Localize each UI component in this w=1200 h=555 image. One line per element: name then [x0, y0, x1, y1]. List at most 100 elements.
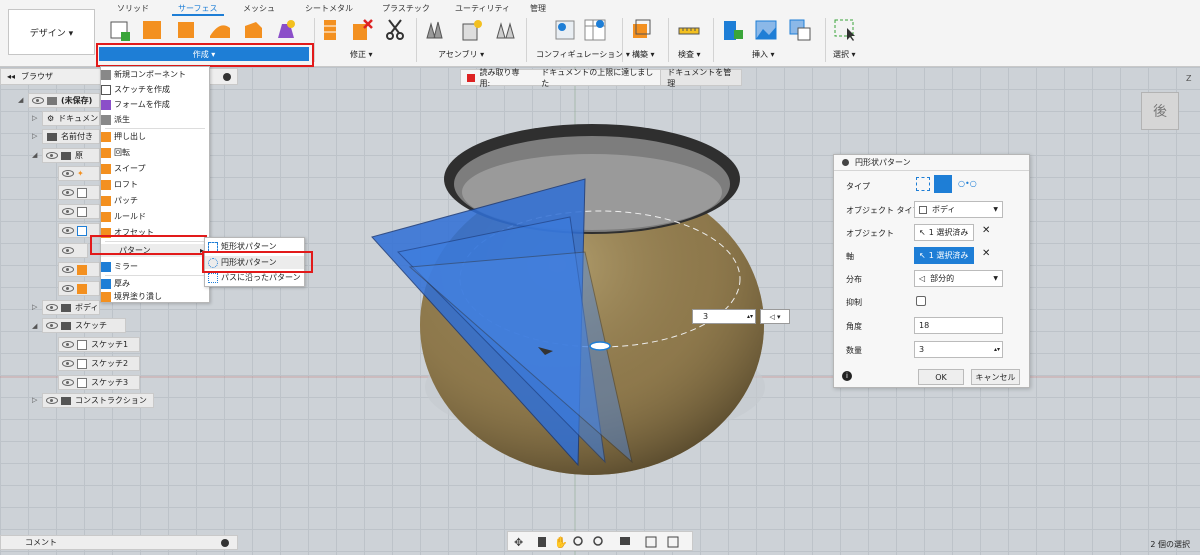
tree-row-sketch3[interactable]: スケッチ3: [58, 375, 140, 390]
visibility-icon[interactable]: [62, 341, 74, 348]
tab-sheet-metal[interactable]: シートメタル: [305, 3, 353, 14]
expand-icon[interactable]: ▷: [32, 396, 37, 404]
insert-menu[interactable]: 挿入 ▾: [752, 49, 775, 60]
quantity-input[interactable]: 3 ▴▾: [914, 341, 1003, 358]
trim-icon[interactable]: [384, 18, 408, 42]
browser-options-icon[interactable]: [223, 72, 231, 81]
tree-row-sketch2[interactable]: スケッチ2: [58, 356, 140, 371]
menu-item-create-form[interactable]: フォームを作成: [101, 98, 209, 111]
menu-item-ruled[interactable]: ルールド: [101, 210, 209, 223]
menu-item-create-sketch[interactable]: スケッチを作成: [101, 83, 209, 96]
cancel-button[interactable]: キャンセル: [971, 369, 1020, 385]
menu-item-loft[interactable]: ロフト: [101, 178, 209, 191]
menu-item-extrude[interactable]: 押し出し: [101, 130, 209, 143]
create-sketch-icon[interactable]: [108, 18, 132, 42]
menu-item-derive[interactable]: 派生: [101, 113, 209, 126]
expand-icon[interactable]: ◢: [32, 322, 37, 330]
configuration-menu[interactable]: コンフィギュレーション ▾: [536, 49, 630, 60]
clear-objects-button[interactable]: ✕: [982, 225, 990, 236]
visibility-icon[interactable]: [46, 397, 58, 404]
objects-selector[interactable]: ↖ 1 選択済み: [914, 224, 974, 241]
form-icon[interactable]: [274, 18, 298, 42]
axis-marker[interactable]: [589, 341, 611, 351]
revolve-icon[interactable]: [174, 18, 198, 42]
menu-item-new-component[interactable]: 新規コンポーネント: [101, 68, 209, 81]
visibility-icon[interactable]: [62, 360, 74, 367]
select-icon[interactable]: [833, 18, 857, 42]
tree-row-construction[interactable]: コンストラクション: [42, 393, 154, 408]
tab-mesh[interactable]: メッシュ: [243, 3, 275, 14]
tab-plastic[interactable]: プラスチック: [382, 3, 430, 14]
menu-item-patch[interactable]: パッチ: [101, 194, 209, 207]
delete-icon[interactable]: [350, 18, 374, 42]
tab-surface[interactable]: サーフェス: [172, 3, 223, 16]
expand-icon[interactable]: ▷: [32, 132, 37, 140]
tree-row-axis[interactable]: [58, 243, 88, 258]
insert-image-icon[interactable]: [754, 18, 778, 42]
tree-row-document[interactable]: ⚙ ドキュメント: [42, 111, 106, 126]
tree-row-sketch1[interactable]: スケッチ1: [58, 337, 140, 352]
tree-row-bodies[interactable]: ボディ: [42, 300, 100, 315]
configuration-table-icon[interactable]: [583, 18, 607, 42]
new-component-icon[interactable]: [425, 18, 449, 42]
collapse-dialog-icon[interactable]: [842, 159, 849, 166]
tree-row-plane[interactable]: [58, 185, 100, 200]
measure-icon[interactable]: [677, 18, 701, 42]
menu-item-boundary-fill[interactable]: 境界塗り潰し: [101, 290, 209, 303]
configuration-icon[interactable]: [553, 18, 577, 42]
visibility-icon[interactable]: [62, 189, 74, 196]
axis-selector[interactable]: ↖ 1 選択済み: [914, 247, 974, 264]
tree-row-origin-point[interactable]: ✦: [58, 166, 100, 181]
modify-menu[interactable]: 修正 ▾: [350, 49, 373, 60]
visibility-icon[interactable]: [62, 379, 74, 386]
direction-dropdown[interactable]: ◁ ▾: [760, 309, 790, 324]
visibility-icon[interactable]: [46, 304, 58, 311]
sweep-icon[interactable]: [208, 18, 232, 42]
extrude-icon[interactable]: [140, 18, 164, 42]
add-comment-icon[interactable]: [221, 538, 229, 547]
tree-row-named-views[interactable]: 名前付き: [42, 129, 100, 144]
expand-icon[interactable]: ▷: [32, 114, 37, 122]
tab-solid[interactable]: ソリッド: [117, 3, 149, 14]
insert-canvas-icon[interactable]: [788, 18, 812, 42]
visibility-icon[interactable]: [62, 170, 74, 177]
spinner-icon[interactable]: ▴▾: [747, 313, 753, 320]
tab-manage[interactable]: 管理: [530, 3, 546, 14]
manage-documents-button[interactable]: ドキュメントを管理: [660, 68, 742, 88]
visibility-icon[interactable]: [62, 285, 74, 292]
ok-button[interactable]: OK: [918, 369, 964, 385]
collapse-icon[interactable]: ◂◂: [7, 72, 15, 81]
angle-input[interactable]: 18: [914, 317, 1003, 334]
inspect-menu[interactable]: 検査 ▾: [678, 49, 701, 60]
distribution-select[interactable]: ◁ 部分的 ▼: [914, 270, 1003, 287]
construct-icon[interactable]: [630, 18, 654, 42]
assemble-menu[interactable]: アセンブリ ▾: [438, 49, 484, 60]
expand-icon[interactable]: ◢: [18, 96, 23, 104]
visibility-icon[interactable]: [62, 266, 74, 273]
comments-panel[interactable]: コメント: [0, 535, 238, 550]
tree-row-root[interactable]: (未保存): [28, 93, 100, 108]
info-icon[interactable]: i: [842, 371, 852, 381]
loft-icon[interactable]: [242, 18, 266, 42]
menu-item-revolve[interactable]: 回転: [101, 146, 209, 159]
object-type-select[interactable]: ボディ ▼: [914, 201, 1003, 218]
menu-item-mirror[interactable]: ミラー: [101, 260, 209, 273]
tree-row-axis[interactable]: [58, 262, 100, 277]
spinner-icon[interactable]: ▴▾: [994, 346, 1000, 353]
quantity-input-overlay[interactable]: 3 ▴▾: [692, 309, 756, 324]
visibility-icon[interactable]: [32, 97, 44, 104]
type-components-icon[interactable]: ○•○: [958, 179, 977, 188]
menu-item-thicken[interactable]: 厚み: [101, 277, 209, 290]
tree-row-plane[interactable]: [58, 204, 100, 219]
suppress-checkbox[interactable]: [916, 296, 926, 306]
tree-row-sketches[interactable]: スケッチ: [42, 318, 126, 333]
type-features-icon[interactable]: [916, 177, 930, 191]
visibility-icon[interactable]: [62, 227, 74, 234]
clear-axis-button[interactable]: ✕: [982, 248, 990, 259]
visibility-icon[interactable]: [46, 322, 58, 329]
viewcube[interactable]: 後: [1141, 92, 1179, 130]
visibility-icon[interactable]: [62, 208, 74, 215]
type-bodies-icon[interactable]: [934, 175, 952, 193]
as-built-joint-icon[interactable]: [494, 18, 518, 42]
select-menu[interactable]: 選択 ▾: [833, 49, 856, 60]
